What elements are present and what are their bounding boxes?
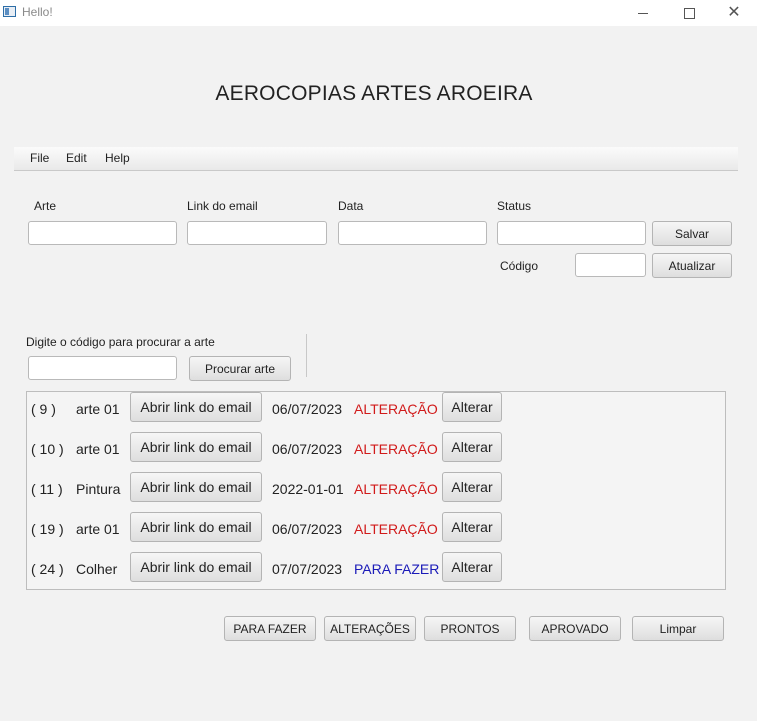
- status-label: Status: [497, 199, 532, 213]
- arte-list: ( 9 ) arte 01 Abrir link do email 06/07/…: [26, 391, 726, 590]
- window-title: Hello!: [22, 5, 53, 19]
- item-status: ALTERAÇÃO: [354, 521, 438, 537]
- item-name: arte 01: [76, 441, 120, 457]
- data-field[interactable]: [338, 221, 487, 245]
- item-date: 06/07/2023: [272, 401, 343, 417]
- filter-alteracoes-button[interactable]: ALTERAÇÕES: [324, 616, 416, 641]
- maximize-icon[interactable]: [666, 0, 712, 26]
- open-email-link-button[interactable]: Abrir link do email: [130, 552, 262, 582]
- procurar-arte-button[interactable]: Procurar arte: [189, 356, 291, 381]
- item-name: arte 01: [76, 401, 120, 417]
- status-field[interactable]: [497, 221, 646, 245]
- menu-help[interactable]: Help: [105, 151, 130, 165]
- item-id: ( 19 ): [31, 521, 64, 537]
- filter-aprovado-button[interactable]: APROVADO: [529, 616, 621, 641]
- list-item: ( 19 ) arte 01 Abrir link do email 06/07…: [27, 512, 725, 552]
- search-label: Digite o código para procurar a arte: [26, 335, 215, 349]
- app-title: AEROCOPIAS ARTES AROEIRA: [215, 82, 533, 105]
- link-label: Link do email: [187, 199, 258, 213]
- item-date: 06/07/2023: [272, 441, 343, 457]
- open-email-link-button[interactable]: Abrir link do email: [130, 392, 262, 422]
- list-item: ( 10 ) arte 01 Abrir link do email 06/07…: [27, 432, 725, 472]
- item-status: ALTERAÇÃO: [354, 401, 438, 417]
- item-date: 06/07/2023: [272, 521, 343, 537]
- codigo-label: Código: [500, 259, 539, 273]
- item-id: ( 24 ): [31, 561, 64, 577]
- item-status: ALTERAÇÃO: [354, 441, 438, 457]
- filter-para-fazer-button[interactable]: PARA FAZER: [224, 616, 316, 641]
- arte-label: Arte: [34, 199, 57, 213]
- search-input[interactable]: [28, 356, 177, 380]
- minimize-icon[interactable]: [620, 0, 666, 26]
- item-name: Pintura: [76, 481, 121, 497]
- list-item: ( 24 ) Colher Abrir link do email 07/07/…: [27, 552, 725, 592]
- window-titlebar: Hello! ✕: [0, 0, 757, 26]
- item-date: 07/07/2023: [272, 561, 343, 577]
- alterar-button[interactable]: Alterar: [442, 392, 502, 422]
- salvar-button[interactable]: Salvar: [652, 221, 732, 246]
- list-item: ( 11 ) Pintura Abrir link do email 2022-…: [27, 472, 725, 512]
- item-status: PARA FAZER: [354, 561, 440, 577]
- atualizar-button[interactable]: Atualizar: [652, 253, 732, 278]
- open-email-link-button[interactable]: Abrir link do email: [130, 432, 262, 462]
- alterar-button[interactable]: Alterar: [442, 472, 502, 502]
- menu-edit[interactable]: Edit: [66, 151, 87, 165]
- link-field[interactable]: [187, 221, 327, 245]
- item-status: ALTERAÇÃO: [354, 481, 438, 497]
- arte-field[interactable]: [28, 221, 177, 245]
- menu-bar: File Edit Help: [14, 147, 738, 171]
- item-name: Colher: [76, 561, 118, 577]
- alterar-button[interactable]: Alterar: [442, 552, 502, 582]
- codigo-field[interactable]: [575, 253, 646, 277]
- filter-prontos-button[interactable]: PRONTOS: [424, 616, 516, 641]
- item-id: ( 11 ): [31, 481, 63, 497]
- item-name: arte 01: [76, 521, 120, 537]
- item-id: ( 9 ): [31, 401, 56, 417]
- close-icon[interactable]: ✕: [711, 0, 757, 26]
- app-icon: [3, 6, 16, 17]
- item-id: ( 10 ): [31, 441, 64, 457]
- alterar-button[interactable]: Alterar: [442, 432, 502, 462]
- alterar-button[interactable]: Alterar: [442, 512, 502, 542]
- item-date: 2022-01-01: [272, 481, 344, 497]
- vertical-separator: [306, 334, 307, 377]
- list-item: ( 9 ) arte 01 Abrir link do email 06/07/…: [27, 392, 725, 432]
- menu-file[interactable]: File: [30, 151, 49, 165]
- open-email-link-button[interactable]: Abrir link do email: [130, 512, 262, 542]
- data-label: Data: [338, 199, 364, 213]
- open-email-link-button[interactable]: Abrir link do email: [130, 472, 262, 502]
- limpar-button[interactable]: Limpar: [632, 616, 724, 641]
